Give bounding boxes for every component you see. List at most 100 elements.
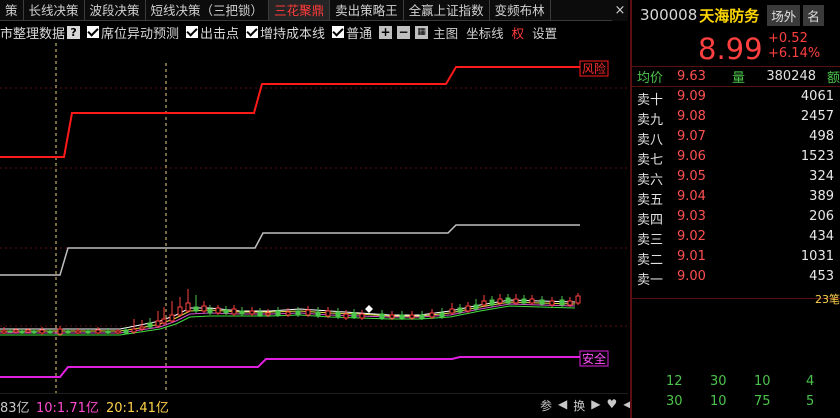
- candle-body: [105, 330, 111, 334]
- ask-price: 9.05: [677, 169, 706, 184]
- quote-panel: 300008 天海防务 场外 名 8.99 +0.52 +6.14% 均价 9.…: [630, 0, 840, 418]
- stat-row: 均价 9.63 量 380248 额: [632, 67, 840, 87]
- ask-row[interactable]: 卖八 9.07 498: [632, 127, 840, 148]
- candle-body: [315, 311, 321, 317]
- tab-bollinger[interactable]: 变频布林: [490, 0, 551, 20]
- ma20-amount-value: 1.41亿: [126, 401, 169, 416]
- market-data-toggle[interactable]: 市整理数据 ?: [0, 23, 81, 42]
- attack-point-checkbox[interactable]: [186, 26, 199, 38]
- candle-body: [85, 330, 91, 334]
- zoom-in-icon[interactable]: +: [379, 25, 393, 39]
- candle-body: [275, 310, 281, 316]
- ask-volume: 206: [809, 209, 834, 224]
- candle-body: [379, 313, 385, 319]
- amount-value: 83亿: [0, 401, 30, 416]
- trade-cell: 4: [806, 374, 815, 389]
- market-data-label: 市整理数据: [0, 26, 66, 42]
- mid-cost-line: [0, 224, 580, 276]
- candle-body: [505, 297, 511, 304]
- seat-anomaly-option[interactable]: 席位异动预测: [87, 23, 179, 42]
- ask-list: 卖十 9.09 4061 卖九 9.08 2457 卖八 9.07 498 卖七 9.06 1523 卖…: [632, 87, 840, 288]
- ask-row[interactable]: 卖七 9.06 1523: [632, 147, 840, 168]
- ask-row[interactable]: 卖六 9.05 324: [632, 167, 840, 188]
- settings-button[interactable]: 设置: [532, 23, 557, 42]
- candle-body: [575, 295, 581, 304]
- ma10-amount-label: 10:: [36, 401, 57, 416]
- swap-button[interactable]: 换: [573, 397, 585, 414]
- stock-header: 300008 天海防务 场外 名: [632, 0, 840, 30]
- grid-icon[interactable]: ▦: [415, 25, 429, 39]
- normal-checkbox[interactable]: [332, 26, 345, 38]
- ask-level-label: 卖九: [637, 113, 664, 128]
- ask-row[interactable]: 卖一 9.00 453: [632, 267, 840, 288]
- tab-partial[interactable]: 策: [0, 0, 24, 20]
- ask-row[interactable]: 卖二 9.01 1031: [632, 247, 840, 268]
- ask-price: 9.08: [677, 109, 706, 124]
- safe-line: [0, 356, 580, 378]
- price-change-percent: +6.14%: [768, 46, 821, 61]
- candle-body: [409, 314, 415, 319]
- param-button[interactable]: 参: [540, 397, 552, 414]
- candle-body: [161, 318, 167, 324]
- cost-line-label: 增持成本线: [260, 26, 326, 42]
- nav-left-icon[interactable]: ◀: [558, 397, 567, 414]
- ask-price: 9.04: [677, 189, 706, 204]
- candle-body: [481, 300, 487, 306]
- volume-label: 量: [732, 71, 746, 86]
- candle-body: [115, 330, 121, 334]
- name-button[interactable]: 名: [803, 4, 824, 26]
- weight-button[interactable]: 权: [512, 23, 525, 42]
- ask-row[interactable]: 卖十 9.09 4061: [632, 87, 840, 108]
- ask-price: 9.07: [677, 129, 706, 144]
- tab-swing[interactable]: 波段决策: [85, 0, 146, 20]
- tab-three-flowers[interactable]: 三花聚鼎: [269, 0, 331, 20]
- ask-price: 9.03: [677, 209, 706, 224]
- candle-body: [389, 314, 395, 319]
- seat-anomaly-checkbox[interactable]: [87, 26, 100, 38]
- cost-line-checkbox[interactable]: [246, 26, 259, 38]
- candle-body: [169, 314, 175, 322]
- candle-body: [399, 314, 405, 319]
- ask-volume: 453: [809, 269, 834, 284]
- ask-row[interactable]: 卖五 9.04 389: [632, 187, 840, 208]
- kline-chart-canvas[interactable]: 风险 安全: [0, 43, 628, 393]
- ask-row[interactable]: 卖四 9.03 206: [632, 207, 840, 228]
- coord-line-button[interactable]: 坐标线: [466, 23, 504, 42]
- favorite-icon[interactable]: ♥: [607, 397, 618, 414]
- candle-body: [25, 329, 31, 333]
- volume-value: 380248: [766, 69, 816, 84]
- help-icon[interactable]: ?: [67, 25, 81, 39]
- ask-volume: 1523: [800, 149, 834, 164]
- normal-option[interactable]: 普通: [332, 23, 372, 42]
- ask-row[interactable]: 卖三 9.02 434: [632, 227, 840, 248]
- candle-body: [155, 320, 161, 327]
- ask-level-label: 卖二: [637, 253, 664, 268]
- price-change: +0.52: [768, 31, 808, 46]
- tab-short-term[interactable]: 短线决策（三把锁）: [146, 0, 270, 20]
- ask-volume: 498: [809, 129, 834, 144]
- candle-body: [201, 305, 207, 312]
- main-chart-button[interactable]: 主图: [433, 23, 458, 42]
- close-icon[interactable]: ×: [612, 0, 628, 21]
- ask-level-label: 卖十: [637, 93, 664, 108]
- tab-shanghai-index[interactable]: 全赢上证指数: [404, 0, 490, 20]
- candle-body: [497, 298, 503, 304]
- cost-line-option[interactable]: 增持成本线: [246, 23, 325, 42]
- candle-body: [429, 312, 435, 318]
- otc-button[interactable]: 场外: [767, 4, 801, 26]
- candle-body: [559, 299, 565, 306]
- nav-right-icon[interactable]: ▶: [591, 397, 600, 414]
- candle-body: [65, 330, 71, 334]
- kline-chart[interactable]: 风险 安全: [0, 43, 628, 393]
- attack-point-option[interactable]: 出击点: [186, 23, 239, 42]
- ask-volume: 4061: [800, 89, 834, 104]
- risk-label: 风险: [582, 61, 606, 76]
- ask-volume: 2457: [800, 109, 834, 124]
- candle-body: [57, 328, 63, 335]
- tab-sell-strategy[interactable]: 卖出策略王: [330, 0, 404, 20]
- ask-row[interactable]: 卖九 9.08 2457: [632, 107, 840, 128]
- zoom-out-icon[interactable]: −: [397, 25, 411, 39]
- strategy-tab-bar: 策 长线决策 波段决策 短线决策（三把锁） 三花聚鼎 卖出策略王 全赢上证指数 …: [0, 0, 628, 21]
- tab-long-term[interactable]: 长线决策: [24, 0, 85, 20]
- candle-body: [521, 298, 527, 304]
